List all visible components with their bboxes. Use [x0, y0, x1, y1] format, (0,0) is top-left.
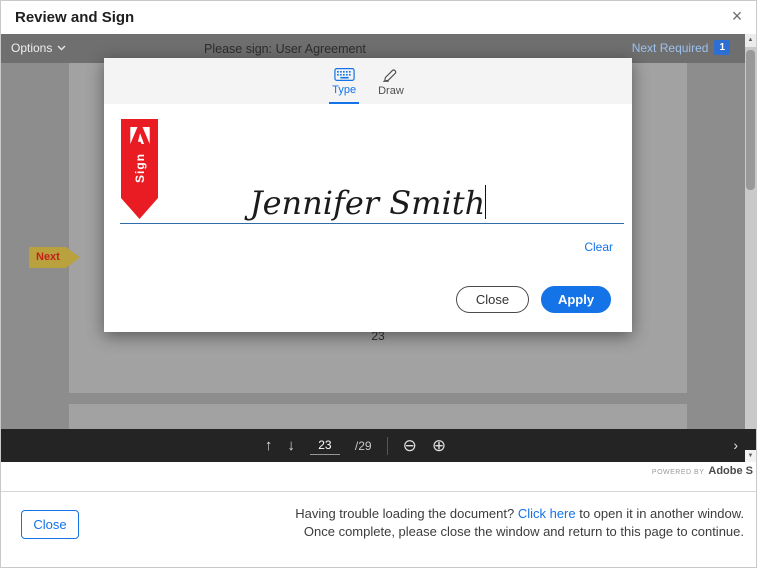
tab-draw[interactable]: Draw [375, 58, 407, 104]
zoom-out-icon[interactable]: ⊖ [403, 437, 417, 454]
scroll-down-icon[interactable]: ▼ [745, 450, 756, 462]
next-page-icon[interactable]: ↓ [287, 437, 295, 454]
window-close-icon[interactable]: × [726, 5, 748, 27]
next-required-count-badge: 1 [714, 40, 730, 55]
scroll-up-icon[interactable]: ▲ [745, 34, 756, 47]
text-caret [485, 185, 486, 219]
signature-text: Jennifer Smith [250, 184, 485, 222]
powered-by-label: POWERED BY [652, 469, 704, 476]
pdf-pager-toolbar: ↑ ↓ /29 ⊖ ⊕ › [1, 429, 756, 462]
help-prefix: Having trouble loading the document? [295, 506, 518, 521]
dialog-close-button[interactable]: Close [456, 286, 529, 313]
chevron-down-icon [57, 45, 66, 51]
vertical-scrollbar[interactable]: ▲ [745, 34, 756, 429]
adobe-brand-label: Adobe S [708, 465, 753, 477]
page-total-label: /29 [355, 439, 372, 453]
ribbon-sign-label: Sign [133, 153, 147, 183]
zoom-in-icon[interactable]: ⊕ [432, 437, 446, 454]
signature-tabs: Type Draw [104, 58, 632, 104]
next-required-control[interactable]: Next Required 1 [632, 40, 730, 55]
next-required-label: Next Required [632, 41, 709, 55]
page-number-input[interactable] [310, 436, 340, 455]
options-menu[interactable]: Options [11, 41, 66, 55]
titlebar: Review and Sign × [1, 1, 756, 34]
signature-input[interactable]: Jennifer Smith [104, 185, 632, 221]
clear-signature-link[interactable]: Clear [584, 240, 613, 254]
help-suffix: to open it in another window. [576, 506, 744, 521]
help-line-2: Once complete, please close the window a… [295, 523, 744, 541]
signature-baseline [120, 223, 624, 224]
powered-by-strip: POWERED BY Adobe S [1, 462, 756, 491]
tab-type-label: Type [332, 84, 356, 96]
tab-draw-label: Draw [378, 85, 404, 97]
footer-panel: Close Having trouble loading the documen… [1, 491, 756, 567]
help-line-1: Having trouble loading the document? Cli… [295, 505, 744, 523]
help-text: Having trouble loading the document? Cli… [295, 505, 744, 541]
adobe-logo-icon [130, 127, 150, 144]
pen-icon [382, 68, 400, 82]
options-label: Options [11, 41, 52, 55]
previous-page-icon[interactable]: ↑ [265, 437, 273, 454]
document-page-next [69, 404, 687, 429]
close-window-button[interactable]: Close [21, 510, 79, 539]
document-title: Please sign: User Agreement [204, 42, 366, 56]
signature-dialog: Type Draw Sign Jennifer Smith Clear [104, 58, 632, 332]
keyboard-icon [334, 68, 355, 81]
apply-button[interactable]: Apply [541, 286, 611, 313]
toolbar-divider [387, 437, 388, 455]
window-title: Review and Sign [15, 9, 134, 26]
click-here-link[interactable]: Click here [518, 506, 576, 521]
powered-by: POWERED BY Adobe S [652, 465, 753, 477]
chevron-right-icon[interactable]: › [733, 437, 738, 453]
review-and-sign-window: Review and Sign × Options Please sign: U… [0, 0, 757, 568]
tab-type[interactable]: Type [329, 58, 359, 104]
scrollbar-thumb[interactable] [746, 50, 755, 190]
